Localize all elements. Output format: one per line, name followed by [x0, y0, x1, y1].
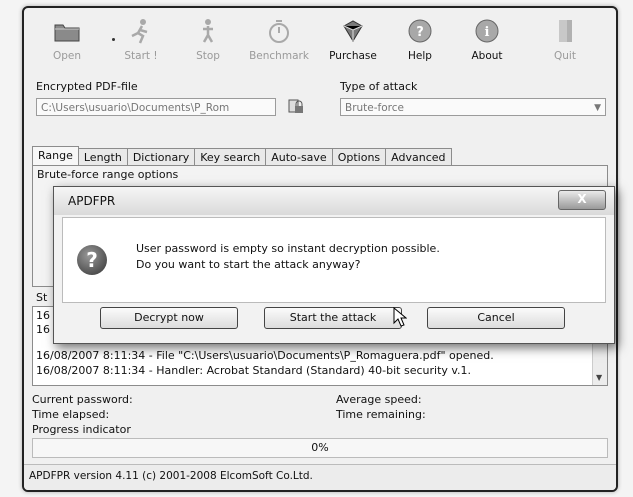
attack-type-value: Brute-force — [345, 102, 404, 114]
scroll-down-icon[interactable]: ▼ — [596, 373, 602, 382]
close-icon: X — [577, 192, 587, 206]
purchase-button[interactable]: Purchase — [324, 14, 382, 68]
time-remaining-label: Time remaining: — [336, 408, 426, 421]
tab-bar: Range Length Dictionary Key search Auto-… — [32, 146, 452, 167]
status-group-label: St — [36, 291, 48, 304]
info-icon: i — [474, 18, 500, 44]
tab-range[interactable]: Range — [32, 146, 79, 167]
current-password-label: Current password: — [32, 393, 133, 406]
dialog-body: ? User password is empty so instant decr… — [62, 217, 606, 303]
time-elapsed-label: Time elapsed: — [32, 408, 110, 421]
door-icon — [552, 18, 578, 44]
runner-stop-icon — [195, 18, 221, 44]
open-button[interactable]: Open — [38, 14, 96, 68]
quit-label: Quit — [554, 50, 576, 62]
attack-type-label: Type of attack — [340, 80, 418, 93]
benchmark-label: Benchmark — [249, 50, 309, 62]
confirm-dialog: APDFPR X ? User password is empty so ins… — [53, 186, 615, 344]
svg-text:i: i — [485, 25, 490, 40]
range-panel-title: Brute-force range options — [37, 168, 179, 181]
attack-type-select[interactable]: Brute-force ▼ — [340, 98, 606, 116]
stopwatch-icon — [266, 18, 292, 44]
dialog-message-2: Do you want to start the attack anyway? — [136, 258, 361, 271]
progress-indicator-label: Progress indicator — [32, 423, 131, 436]
stop-button[interactable]: Stop — [179, 14, 237, 68]
quit-button[interactable]: Quit — [536, 14, 594, 68]
cancel-button[interactable]: Cancel — [427, 307, 565, 329]
dialog-titlebar[interactable]: APDFPR X — [54, 187, 614, 215]
encrypted-file-label: Encrypted PDF-file — [36, 80, 138, 93]
log-line: 16/08/2007 8:11:34 - Handler: Acrobat St… — [36, 364, 472, 377]
progress-bar: 0% — [32, 438, 608, 458]
purchase-label: Purchase — [329, 50, 377, 62]
chevron-down-icon: ▼ — [594, 103, 601, 113]
close-button[interactable]: X — [558, 190, 606, 210]
decrypt-now-button[interactable]: Decrypt now — [100, 307, 238, 329]
help-button[interactable]: ? Help — [391, 14, 449, 68]
benchmark-button[interactable]: Benchmark — [249, 14, 309, 68]
start-button[interactable]: Start ! — [112, 14, 170, 68]
about-label: About — [471, 50, 503, 62]
progress-text: 0% — [311, 441, 329, 454]
mouse-cursor-icon — [393, 306, 408, 330]
log-line: 16 — [36, 323, 50, 336]
open-label: Open — [52, 50, 82, 62]
file-lock-icon — [288, 99, 303, 113]
dialog-title: APDFPR — [68, 194, 116, 208]
log-line: 16 — [36, 309, 50, 322]
runner-icon — [128, 18, 154, 44]
help-label: Help — [408, 50, 432, 62]
folder-icon — [54, 18, 80, 44]
browse-file-button[interactable] — [286, 98, 306, 116]
stop-label: Stop — [196, 50, 220, 62]
about-button[interactable]: i About — [458, 14, 516, 68]
log-line: 16/08/2007 8:11:34 - File "C:\Users\usua… — [36, 349, 494, 362]
question-icon: ? — [77, 245, 107, 275]
dialog-message-1: User password is empty so instant decryp… — [136, 242, 440, 255]
svg-text:?: ? — [416, 25, 424, 40]
start-label: Start ! — [124, 50, 158, 62]
status-bar: APDFPR version 4.11 (c) 2001-2008 ElcomS… — [24, 464, 616, 490]
toolbar: Open Start ! Stop Benchmark Purchase ? H… — [24, 8, 616, 72]
help-icon: ? — [407, 18, 433, 44]
start-attack-button[interactable]: Start the attack — [264, 307, 402, 329]
purchase-icon — [340, 18, 366, 44]
average-speed-label: Average speed: — [336, 393, 422, 406]
encrypted-file-input[interactable]: C:\Users\usuario\Documents\P_Rom — [36, 98, 276, 116]
